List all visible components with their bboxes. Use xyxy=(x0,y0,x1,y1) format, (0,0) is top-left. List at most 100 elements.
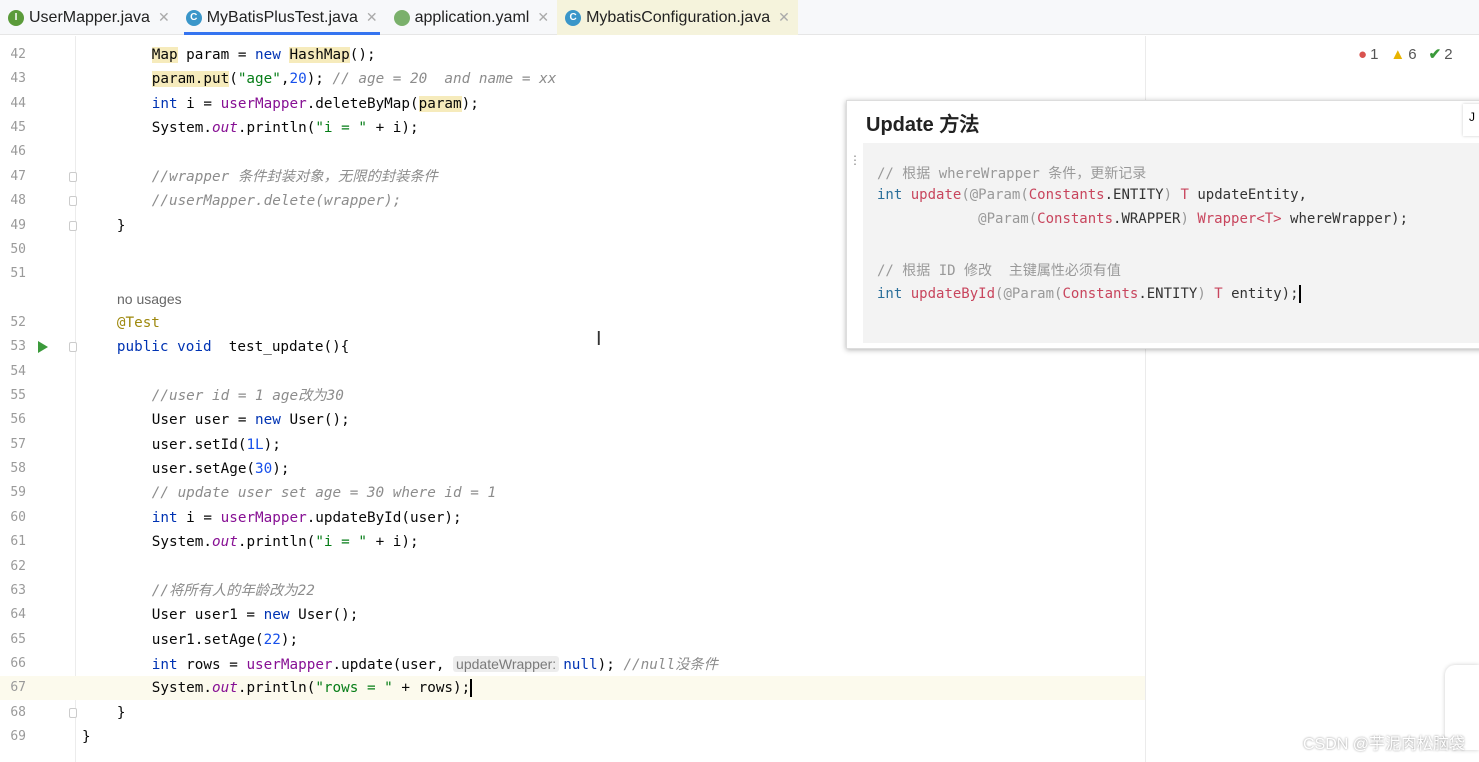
code-token: ); xyxy=(306,71,333,88)
code-token: (@Param( xyxy=(995,286,1063,302)
code-line[interactable]: 60 int i = userMapper.updateById(user); xyxy=(0,506,1145,530)
watermark: CSDN @芋泥肉松脑袋 xyxy=(1302,736,1465,753)
code-token: T xyxy=(1214,286,1223,302)
code-token: new xyxy=(255,47,281,63)
code-token: i = xyxy=(177,95,221,112)
code-line[interactable]: 62 xyxy=(0,555,1145,579)
text-caret xyxy=(470,679,473,698)
code-token: .println( xyxy=(237,120,316,137)
code-token: ); xyxy=(597,657,624,673)
code-token: 22 xyxy=(263,631,281,648)
warning-icon: ▲ xyxy=(1390,45,1406,63)
code-token: .ENTITY xyxy=(1104,187,1164,203)
tab-label: MyBatisPlusTest.java xyxy=(206,8,358,26)
line-number: 62 xyxy=(10,558,26,574)
code-token: int xyxy=(151,509,178,526)
code-line[interactable]: 69} xyxy=(0,725,1145,749)
drag-handle-icon[interactable]: ⋮ xyxy=(849,153,861,167)
code-token: System. xyxy=(151,120,213,137)
popup-title: Update 方法 xyxy=(866,114,980,136)
code-token: updateEntity, xyxy=(1188,187,1307,203)
code-line[interactable]: 43 param.put("age",20); // age = 20 and n… xyxy=(0,67,1145,91)
code-token: .WRAPPER xyxy=(1113,211,1181,227)
class-icon: C xyxy=(185,9,202,26)
tab-mybatisplustest-java[interactable]: C MyBatisPlusTest.java ✕ xyxy=(178,0,386,35)
code-token: user.setAge( xyxy=(151,461,256,478)
check-icon: ✔ xyxy=(1428,46,1442,63)
parameter-hint: updateWrapper: xyxy=(453,656,560,672)
text-caret xyxy=(1298,285,1301,303)
popup-side-tab[interactable]: J xyxy=(1463,104,1479,136)
fold-marker-icon[interactable] xyxy=(69,196,77,207)
line-number: 59 xyxy=(10,485,26,501)
code-line[interactable]: 61 System.out.println("i = " + i); xyxy=(0,530,1145,554)
code-text: System.out.println("i = " + i); xyxy=(152,116,419,140)
tab-application-yaml[interactable]: application.yaml ✕ xyxy=(386,0,557,35)
fold-marker-icon[interactable] xyxy=(69,171,77,182)
tab-label: application.yaml xyxy=(414,8,530,26)
code-token: "age" xyxy=(237,71,281,88)
code-line[interactable]: 42 Map param = new HashMap(); xyxy=(0,43,1145,67)
line-number: 49 xyxy=(10,217,26,233)
code-token: //将所有人的年龄改为22 xyxy=(151,582,315,599)
code-token: User user1 = xyxy=(151,607,264,624)
code-token: //wrapper 条件封装对象，无限的封装条件 xyxy=(151,168,438,185)
close-icon[interactable]: ✕ xyxy=(366,9,378,26)
code-token: ) xyxy=(1163,187,1181,203)
code-token: ); xyxy=(280,631,299,648)
code-token: "i = " xyxy=(315,534,367,551)
run-test-icon[interactable] xyxy=(38,341,48,354)
class-icon: C xyxy=(565,9,582,26)
code-token: .update(user, xyxy=(332,657,454,673)
code-line[interactable]: 67 System.out.println("rows = " + rows); xyxy=(0,676,1145,701)
code-line[interactable]: 64 User user1 = new User(); xyxy=(0,603,1145,627)
code-line[interactable]: 65 user1.setAge(22); xyxy=(0,628,1145,652)
line-number: 56 xyxy=(10,412,26,428)
code-line[interactable]: 63 //将所有人的年龄改为22 xyxy=(0,579,1145,603)
errors-indicator[interactable]: ● 1 xyxy=(1358,45,1378,63)
code-line[interactable]: 66 int rows = userMapper.update(user, upd… xyxy=(0,652,1145,676)
line-number: 68 xyxy=(10,704,26,720)
fold-marker-icon[interactable] xyxy=(69,707,77,718)
warnings-indicator[interactable]: ▲ 6 xyxy=(1390,45,1416,63)
popup-code-line: // 根据 whereWrapper 条件，更新记录 xyxy=(877,163,1146,183)
code-token: //userMapper.delete(wrapper); xyxy=(151,193,402,210)
code-text: user.setAge(30); xyxy=(152,457,290,481)
code-token: int xyxy=(877,286,903,302)
tab-usermapper-java[interactable]: I UserMapper.java ✕ xyxy=(0,0,178,35)
code-token: System. xyxy=(151,534,213,551)
line-number: 57 xyxy=(10,436,26,452)
inspection-status[interactable]: ● 1 ▲ 6 ✔ 2 xyxy=(1358,45,1453,64)
fold-marker-icon[interactable] xyxy=(69,220,77,231)
close-icon[interactable]: ✕ xyxy=(158,9,170,26)
line-number: 65 xyxy=(10,631,26,647)
code-token: "i = " xyxy=(315,120,367,137)
code-line[interactable]: 57 user.setId(1L); xyxy=(0,433,1145,457)
usages-hint[interactable]: no usages xyxy=(117,287,182,311)
code-line[interactable]: 56 User user = new User(); xyxy=(0,408,1145,432)
tab-mybatisconfiguration-java[interactable]: C MybatisConfiguration.java ✕ xyxy=(557,0,798,35)
code-token: ) xyxy=(1180,211,1198,227)
code-token: (@Param( xyxy=(961,187,1029,203)
code-line[interactable]: 54 xyxy=(0,360,1145,384)
checks-indicator[interactable]: ✔ 2 xyxy=(1428,45,1453,64)
code-line[interactable]: 59 // update user set age = 30 where id =… xyxy=(0,481,1145,505)
code-text: Map param = new HashMap(); xyxy=(151,43,376,67)
close-icon[interactable]: ✕ xyxy=(537,9,549,26)
code-line[interactable]: 68} xyxy=(0,701,1145,725)
code-token: null xyxy=(563,657,598,673)
code-token: // update user set age = 30 where id = 1 xyxy=(151,485,497,502)
line-number: 48 xyxy=(10,193,26,209)
code-token: "rows = " xyxy=(315,680,393,697)
line-number: 60 xyxy=(10,509,26,525)
close-icon[interactable]: ✕ xyxy=(778,9,790,26)
fold-marker-icon[interactable] xyxy=(69,342,77,353)
code-token: .deleteByMap( xyxy=(306,95,419,112)
code-token: userMapper xyxy=(220,95,307,112)
code-line[interactable]: 55 //user id = 1 age改为30 xyxy=(0,384,1145,408)
code-text: int rows = userMapper.update(user, updat… xyxy=(152,652,718,677)
code-text: } xyxy=(82,725,91,749)
code-line[interactable]: 58 user.setAge(30); xyxy=(0,457,1145,481)
code-token: update xyxy=(910,187,962,203)
